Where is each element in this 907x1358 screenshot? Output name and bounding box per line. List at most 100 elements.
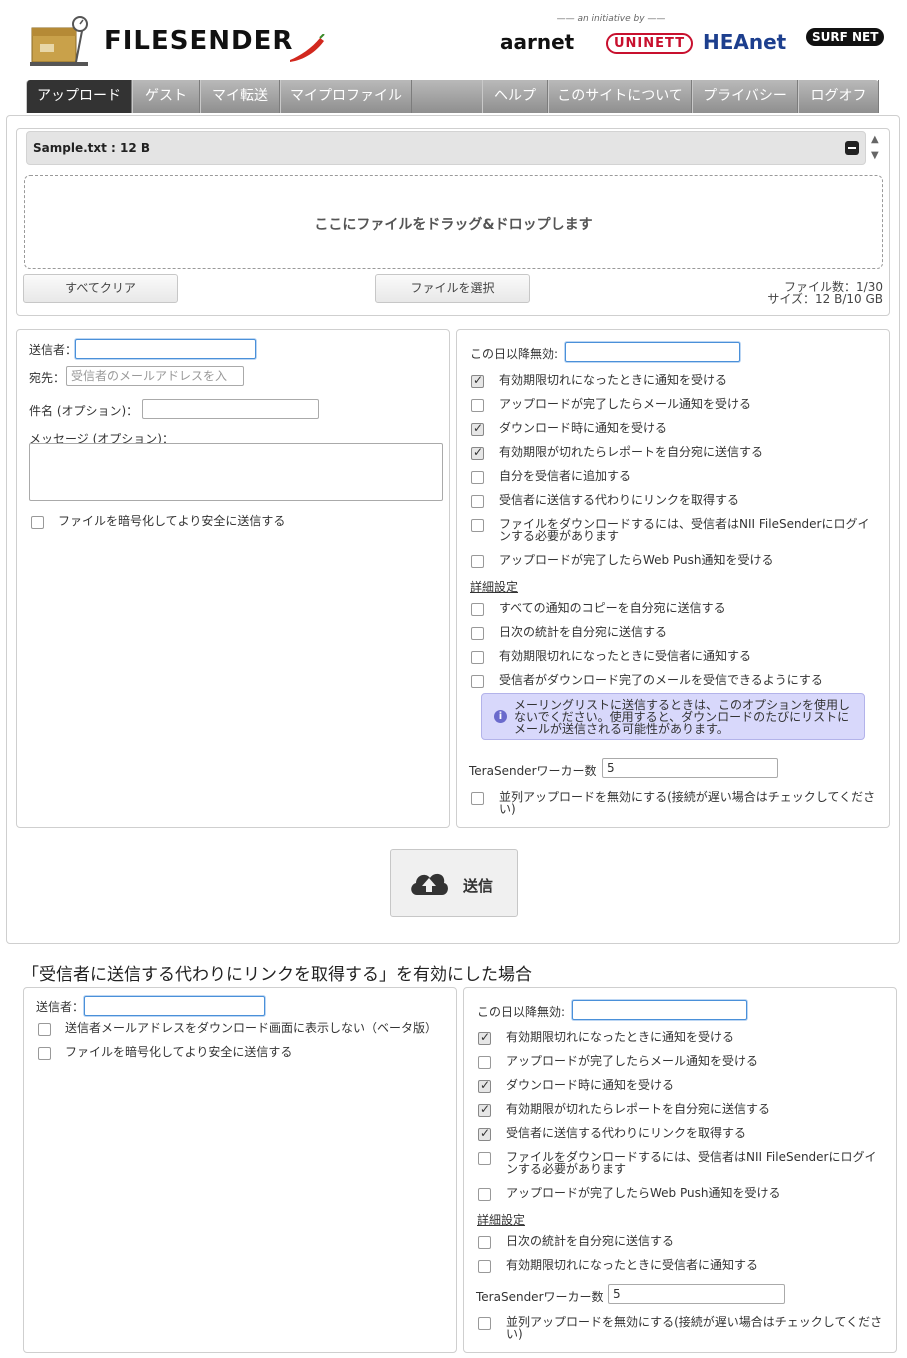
alt-option-label: ファイルをダウンロードするには、受信者はNII FileSenderにログインす… [506,1150,877,1176]
option-checkbox[interactable] [471,445,484,460]
partners-tagline: —— an initiative by —— [556,14,666,24]
alt-option-label: 受信者に送信する代わりにリンクを取得する [506,1126,747,1140]
alt-parallel-upload-checkbox[interactable] [478,1317,491,1330]
hide-sender-checkbox[interactable] [38,1023,51,1036]
alt-expiry-date-input[interactable] [572,1000,747,1020]
alt-sender-input[interactable] [84,996,265,1016]
option-label: 受信者に送信する代わりにリンクを取得する [499,493,740,507]
encrypt-checkbox[interactable] [31,516,44,529]
alt-option-label: 有効期限が切れたらレポートを自分宛に送信する [506,1102,771,1116]
advanced-option-label: 有効期限切れになったときに受信者に通知する [499,649,752,663]
option-label: アップロードが完了したらWeb Push通知を受ける [499,553,774,567]
option-label: 有効期限が切れたらレポートを自分宛に送信する [499,445,764,459]
filesender-logo[interactable]: FILESENDER [30,14,330,70]
alt-option-checkbox[interactable] [478,1102,491,1117]
aarnet-logo[interactable]: aarnet [500,30,574,54]
alt-advanced-settings-link[interactable]: 詳細設定 [477,1211,525,1228]
dropzone-text: ここにファイルをドラッグ&ドロップします [314,217,593,233]
send-button[interactable]: 送信 [390,849,518,917]
tab-guests[interactable]: ゲスト [132,80,200,113]
remove-file-icon[interactable] [845,141,859,155]
workers-input[interactable] [602,758,778,778]
alt-expiry-label: この日以降無効: [477,1005,566,1019]
alt-option-label: 有効期限切れになったときに通知を受ける [506,1030,735,1044]
sender-label: 送信者： [29,343,78,357]
surfnet-logo[interactable]: SURF NET [806,28,885,46]
alt-advanced-option-checkbox[interactable] [478,1260,491,1273]
advanced-option-checkbox[interactable] [471,603,484,616]
advanced-option-label: 日次の統計を自分宛に送信する [499,625,668,639]
alt-recipient-panel [23,987,457,1353]
tab-help[interactable]: ヘルプ [482,80,548,113]
alt-encrypt-checkbox[interactable] [38,1047,51,1060]
alt-workers-input[interactable] [608,1284,785,1304]
scroll-up-icon[interactable]: ▲ [871,134,879,145]
option-checkbox[interactable] [471,555,484,568]
package-scale-icon [30,16,88,66]
file-name: Sample.txt : 12 B [33,141,151,155]
hide-sender-label: 送信者メールアドレスをダウンロード画面に表示しない（ベータ版） [65,1021,438,1035]
to-input[interactable] [66,366,244,386]
parallel-upload-checkbox[interactable] [471,792,484,805]
sender-input[interactable] [75,339,256,359]
logo-text: FILESENDER [104,26,294,56]
expiry-date-input[interactable] [565,342,740,362]
advanced-option-label: 受信者がダウンロード完了のメールを受信できるようにする [499,673,823,687]
advanced-option-checkbox[interactable] [471,675,484,688]
alt-advanced-option-checkbox[interactable] [478,1236,491,1249]
main-nav: アップロード ゲスト マイ転送 マイプロファイル ヘルプ このサイトについて プ… [26,80,879,113]
caption: 「受信者に送信する代わりにリンクを取得する」を有効にした場合 [22,965,532,985]
option-checkbox[interactable] [471,471,484,484]
advanced-option-checkbox[interactable] [471,651,484,664]
uninett-logo[interactable]: UNINETT [606,33,694,54]
option-label: 自分を受信者に追加する [499,469,632,483]
heanet-logo[interactable]: HEAnet [703,30,786,54]
alt-option-checkbox[interactable] [478,1056,491,1069]
option-checkbox[interactable] [471,519,484,532]
file-size: サイズ：12 B/10 GB [767,292,883,306]
alt-option-label: アップロードが完了したらメール通知を受ける [506,1054,759,1068]
chili-pepper-icon [290,34,325,62]
advanced-settings-link[interactable]: 詳細設定 [470,578,518,595]
alt-workers-label: TeraSenderワーカー数 [476,1290,604,1304]
alt-option-checkbox[interactable] [478,1188,491,1201]
to-label: 宛先： [29,371,66,385]
send-label: 送信 [463,877,494,895]
tab-my-profile[interactable]: マイプロファイル [280,80,412,113]
option-checkbox[interactable] [471,373,484,388]
alt-option-checkbox[interactable] [478,1152,491,1165]
option-label: ダウンロード時に通知を受ける [499,421,668,435]
scroll-down-icon[interactable]: ▼ [871,150,879,161]
tab-upload[interactable]: アップロード [26,80,132,113]
expiry-label: この日以降無効: [470,347,559,361]
alt-option-label: アップロードが完了したらWeb Push通知を受ける [506,1186,781,1200]
tab-my-transfers[interactable]: マイ転送 [200,80,280,113]
alt-sender-label: 送信者： [36,1000,85,1014]
select-files-button[interactable]: ファイルを選択 [375,274,530,303]
workers-label: TeraSenderワーカー数 [469,764,597,778]
alt-option-checkbox[interactable] [478,1126,491,1141]
tab-privacy[interactable]: プライバシー [692,80,798,113]
alt-option-label: ダウンロード時に通知を受ける [506,1078,675,1092]
file-item: Sample.txt : 12 B [26,131,866,165]
alt-option-checkbox[interactable] [478,1030,491,1045]
dropzone[interactable]: ここにファイルをドラッグ&ドロップします [24,175,883,269]
cloud-upload-icon [411,873,448,895]
subject-label: 件名 (オプション)： [29,404,139,418]
option-checkbox[interactable] [471,495,484,508]
option-checkbox[interactable] [471,399,484,412]
parallel-upload-label: 並列アップロードを無効にする(接続が遅い場合はチェックしてください) [499,790,876,816]
option-checkbox[interactable] [471,421,484,436]
alt-option-checkbox[interactable] [478,1078,491,1093]
file-stats: ファイル数：1/30 サイズ：12 B/10 GB [700,281,883,305]
advanced-option-checkbox[interactable] [471,627,484,640]
clear-all-button[interactable]: すべてクリア [23,274,178,303]
option-label: アップロードが完了したらメール通知を受ける [499,397,752,411]
tab-logoff[interactable]: ログオフ [798,80,879,113]
subject-input[interactable] [142,399,319,419]
alt-parallel-upload-label: 並列アップロードを無効にする(接続が遅い場合はチェックしてください) [506,1315,883,1341]
alt-encrypt-label: ファイルを暗号化してより安全に送信する [65,1045,293,1059]
surfnet-logo-text: SURF NET [806,28,885,46]
message-textarea[interactable] [29,443,443,501]
tab-about[interactable]: このサイトについて [548,80,692,113]
